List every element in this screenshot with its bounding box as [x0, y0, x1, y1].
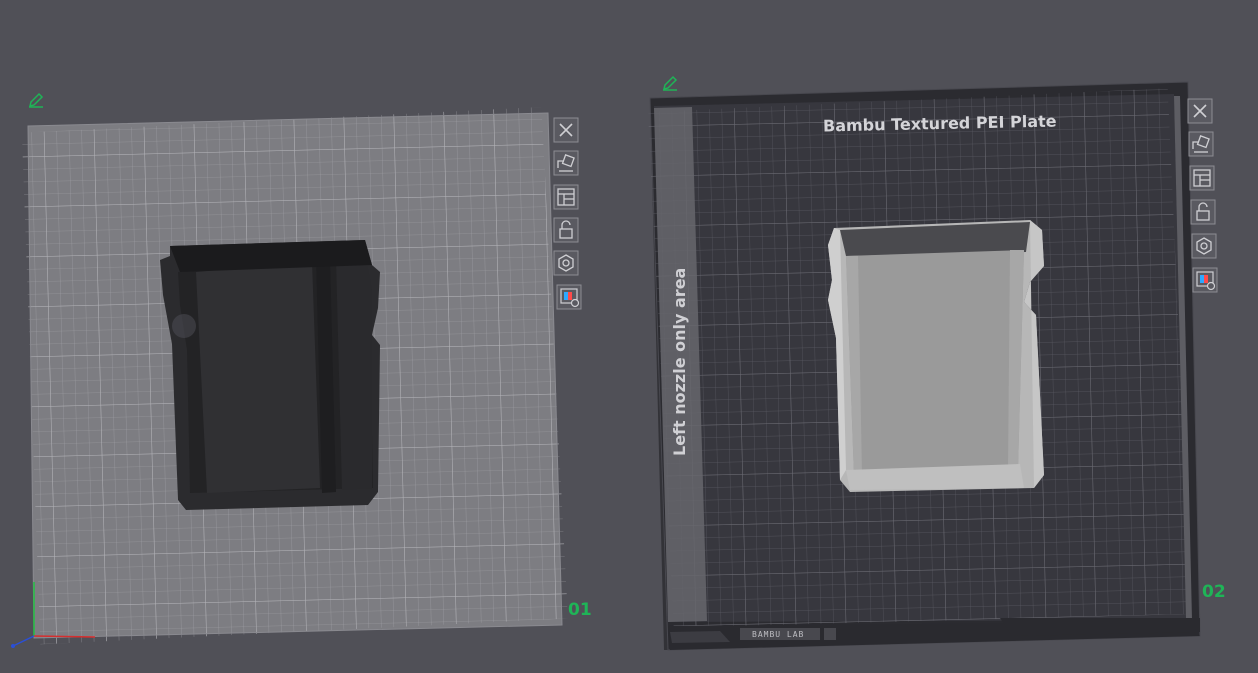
arrange-plate-1-button[interactable]: [553, 150, 579, 176]
lock-plate-2-button[interactable]: [1190, 199, 1216, 225]
build-plate-1[interactable]: [0, 0, 600, 673]
build-plate-2[interactable]: [640, 70, 1220, 670]
model-tray-light[interactable]: [828, 220, 1044, 492]
plate-1-number: 01: [568, 600, 592, 620]
layout-plate-1-button[interactable]: [553, 184, 579, 210]
filament-plate-1-button[interactable]: [556, 284, 582, 310]
close-plate-2-button[interactable]: [1187, 98, 1213, 124]
lock-plate-1-button[interactable]: [553, 217, 579, 243]
filament-plate-2-button[interactable]: [1192, 267, 1218, 293]
arrange-plate-2-button[interactable]: [1188, 131, 1214, 157]
plate-brand-strip: BAMBU LAB: [752, 630, 805, 639]
settings-plate-1-button[interactable]: [553, 250, 579, 276]
model-tray-dark[interactable]: [160, 240, 380, 510]
nozzle-area-label: Left nozzle only area: [670, 267, 689, 456]
settings-plate-2-button[interactable]: [1191, 233, 1217, 259]
close-plate-1-button[interactable]: [553, 117, 579, 143]
layout-plate-2-button[interactable]: [1189, 165, 1215, 191]
plate-2-number: 02: [1202, 582, 1226, 602]
